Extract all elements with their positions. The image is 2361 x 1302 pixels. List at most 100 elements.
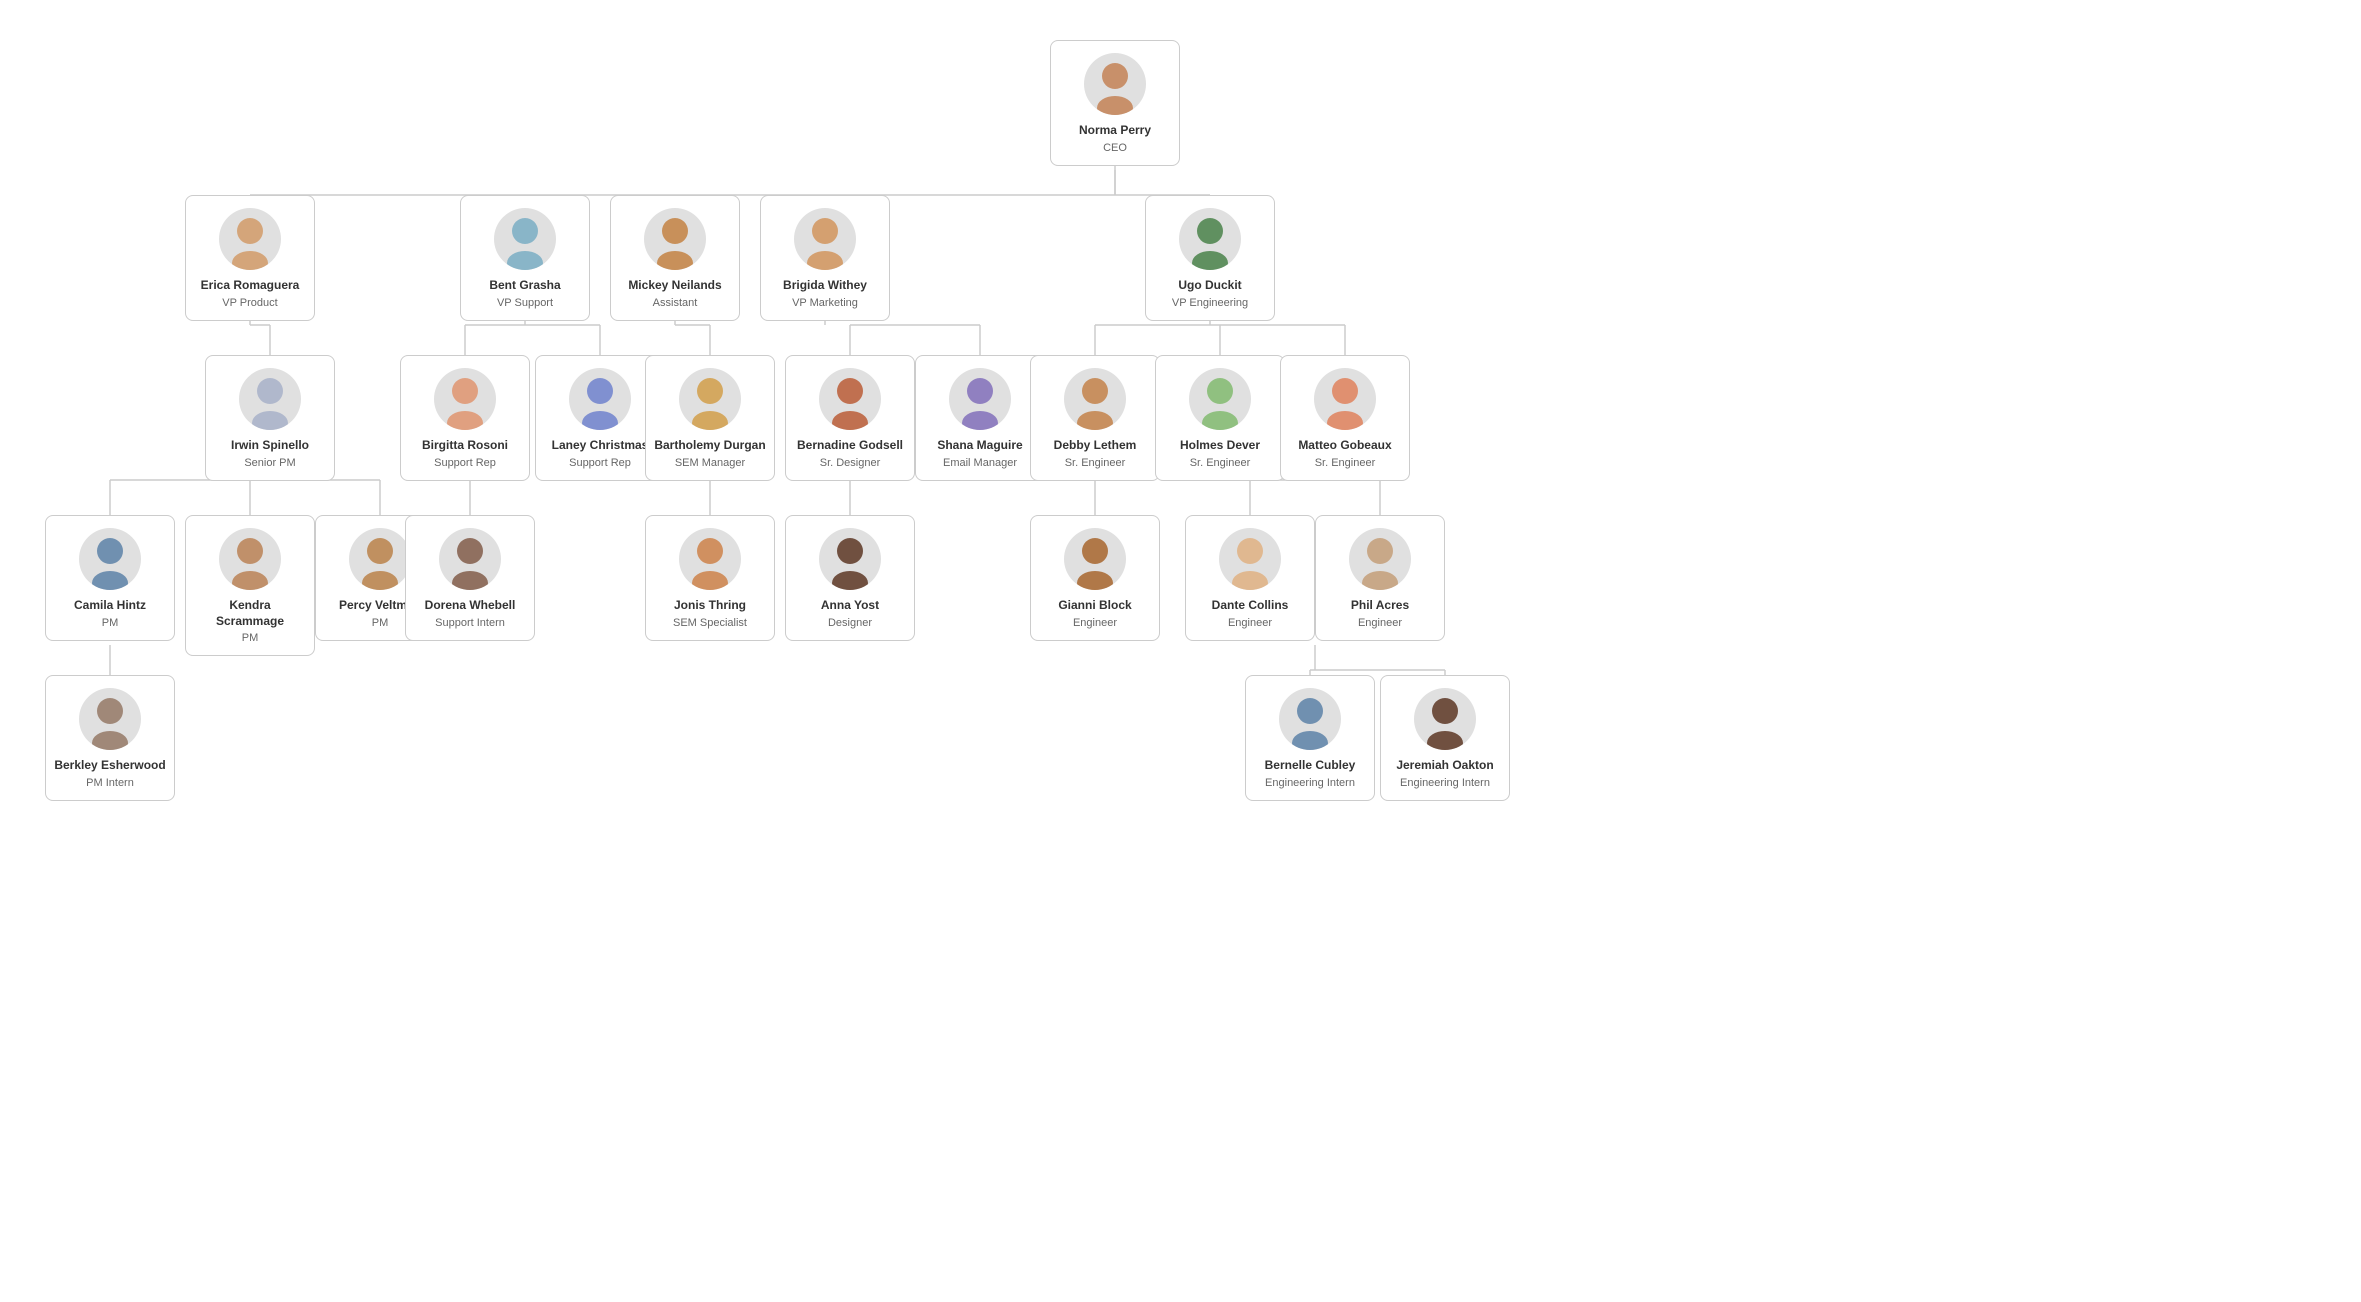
node-title-kendra: PM xyxy=(242,631,259,645)
node-norma[interactable]: Norma Perry CEO xyxy=(1050,40,1180,166)
node-dorena[interactable]: Dorena Whebell Support Intern xyxy=(405,515,535,641)
node-title-erica: VP Product xyxy=(222,296,277,310)
node-jonis[interactable]: Jonis Thring SEM Specialist xyxy=(645,515,775,641)
node-phil[interactable]: Phil Acres Engineer xyxy=(1315,515,1445,641)
node-title-birgitta: Support Rep xyxy=(434,456,496,470)
node-title-ugo: VP Engineering xyxy=(1172,296,1248,310)
node-jeremiah[interactable]: Jeremiah Oakton Engineering Intern xyxy=(1380,675,1510,801)
avatar-bent xyxy=(494,208,556,270)
node-name-brigida: Brigida Withey xyxy=(783,278,867,294)
node-title-berkley: PM Intern xyxy=(86,776,134,790)
node-name-phil: Phil Acres xyxy=(1351,598,1409,614)
node-anna[interactable]: Anna Yost Designer xyxy=(785,515,915,641)
node-title-phil: Engineer xyxy=(1358,616,1402,630)
avatar-holmes xyxy=(1189,368,1251,430)
node-kendra[interactable]: Kendra Scrammage PM xyxy=(185,515,315,656)
avatar-mickey xyxy=(644,208,706,270)
node-name-erica: Erica Romaguera xyxy=(201,278,300,294)
node-name-ugo: Ugo Duckit xyxy=(1178,278,1241,294)
node-shana[interactable]: Shana Maguire Email Manager xyxy=(915,355,1045,481)
node-name-jeremiah: Jeremiah Oakton xyxy=(1396,758,1493,774)
node-name-bernadine: Bernadine Godsell xyxy=(797,438,903,454)
node-title-bernadine: Sr. Designer xyxy=(820,456,881,470)
node-camila[interactable]: Camila Hintz PM xyxy=(45,515,175,641)
avatar-ugo xyxy=(1179,208,1241,270)
org-chart: Norma Perry CEO Erica Romaguera VP Produ… xyxy=(0,0,2361,1302)
node-title-debby: Sr. Engineer xyxy=(1065,456,1126,470)
avatar-anna xyxy=(819,528,881,590)
avatar-percy xyxy=(349,528,411,590)
node-title-laney: Support Rep xyxy=(569,456,631,470)
node-name-camila: Camila Hintz xyxy=(74,598,146,614)
node-title-dante: Engineer xyxy=(1228,616,1272,630)
node-name-dorena: Dorena Whebell xyxy=(425,598,516,614)
node-title-shana: Email Manager xyxy=(943,456,1017,470)
avatar-bartholemy xyxy=(679,368,741,430)
node-bent[interactable]: Bent Grasha VP Support xyxy=(460,195,590,321)
avatar-birgitta xyxy=(434,368,496,430)
node-name-holmes: Holmes Dever xyxy=(1180,438,1260,454)
node-name-bartholemy: Bartholemy Durgan xyxy=(654,438,765,454)
node-name-bernelle: Bernelle Cubley xyxy=(1265,758,1356,774)
avatar-phil xyxy=(1349,528,1411,590)
node-erica[interactable]: Erica Romaguera VP Product xyxy=(185,195,315,321)
avatar-jonis xyxy=(679,528,741,590)
node-title-camila: PM xyxy=(102,616,119,630)
node-bernadine[interactable]: Bernadine Godsell Sr. Designer xyxy=(785,355,915,481)
node-title-jeremiah: Engineering Intern xyxy=(1400,776,1490,790)
node-name-shana: Shana Maguire xyxy=(937,438,1022,454)
avatar-shana xyxy=(949,368,1011,430)
node-holmes[interactable]: Holmes Dever Sr. Engineer xyxy=(1155,355,1285,481)
node-name-gianni: Gianni Block xyxy=(1058,598,1131,614)
node-brigida[interactable]: Brigida Withey VP Marketing xyxy=(760,195,890,321)
node-title-norma: CEO xyxy=(1103,141,1127,155)
avatar-kendra xyxy=(219,528,281,590)
node-debby[interactable]: Debby Lethem Sr. Engineer xyxy=(1030,355,1160,481)
node-name-matteo: Matteo Gobeaux xyxy=(1298,438,1391,454)
avatar-debby xyxy=(1064,368,1126,430)
avatar-berkley xyxy=(79,688,141,750)
node-bernelle[interactable]: Bernelle Cubley Engineering Intern xyxy=(1245,675,1375,801)
node-birgitta[interactable]: Birgitta Rosoni Support Rep xyxy=(400,355,530,481)
avatar-dante xyxy=(1219,528,1281,590)
node-berkley[interactable]: Berkley Esherwood PM Intern xyxy=(45,675,175,801)
node-title-bent: VP Support xyxy=(497,296,553,310)
avatar-bernelle xyxy=(1279,688,1341,750)
node-title-mickey: Assistant xyxy=(653,296,698,310)
node-bartholemy[interactable]: Bartholemy Durgan SEM Manager xyxy=(645,355,775,481)
node-ugo[interactable]: Ugo Duckit VP Engineering xyxy=(1145,195,1275,321)
avatar-irwin xyxy=(239,368,301,430)
node-name-anna: Anna Yost xyxy=(821,598,879,614)
avatar-camila xyxy=(79,528,141,590)
avatar-laney xyxy=(569,368,631,430)
node-mickey[interactable]: Mickey Neilands Assistant xyxy=(610,195,740,321)
avatar-jeremiah xyxy=(1414,688,1476,750)
node-dante[interactable]: Dante Collins Engineer xyxy=(1185,515,1315,641)
node-name-norma: Norma Perry xyxy=(1079,123,1151,139)
node-name-birgitta: Birgitta Rosoni xyxy=(422,438,508,454)
node-title-irwin: Senior PM xyxy=(244,456,295,470)
avatar-norma xyxy=(1084,53,1146,115)
node-title-matteo: Sr. Engineer xyxy=(1315,456,1376,470)
node-title-brigida: VP Marketing xyxy=(792,296,858,310)
node-name-jonis: Jonis Thring xyxy=(674,598,746,614)
node-title-gianni: Engineer xyxy=(1073,616,1117,630)
node-gianni[interactable]: Gianni Block Engineer xyxy=(1030,515,1160,641)
node-name-laney: Laney Christmas xyxy=(552,438,649,454)
avatar-gianni xyxy=(1064,528,1126,590)
node-title-bartholemy: SEM Manager xyxy=(675,456,745,470)
node-name-mickey: Mickey Neilands xyxy=(628,278,721,294)
avatar-dorena xyxy=(439,528,501,590)
node-name-dante: Dante Collins xyxy=(1212,598,1289,614)
avatar-erica xyxy=(219,208,281,270)
node-title-holmes: Sr. Engineer xyxy=(1190,456,1251,470)
node-name-debby: Debby Lethem xyxy=(1054,438,1137,454)
avatar-matteo xyxy=(1314,368,1376,430)
avatar-brigida xyxy=(794,208,856,270)
node-irwin[interactable]: Irwin Spinello Senior PM xyxy=(205,355,335,481)
node-title-dorena: Support Intern xyxy=(435,616,505,630)
node-matteo[interactable]: Matteo Gobeaux Sr. Engineer xyxy=(1280,355,1410,481)
node-name-bent: Bent Grasha xyxy=(489,278,560,294)
node-title-anna: Designer xyxy=(828,616,872,630)
node-title-percy: PM xyxy=(372,616,389,630)
